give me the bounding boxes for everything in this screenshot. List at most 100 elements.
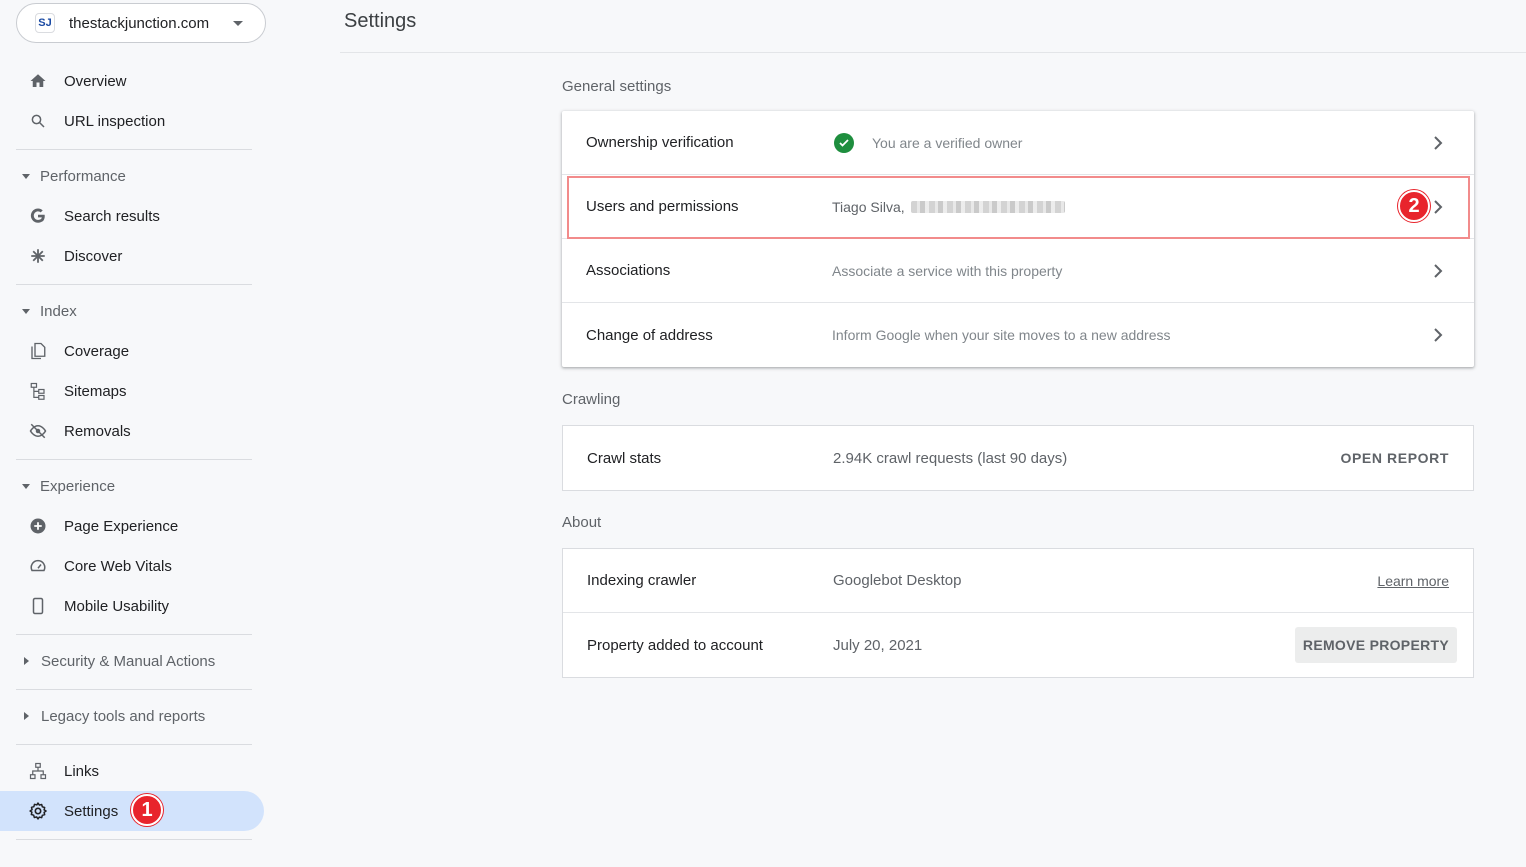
users-permissions-row[interactable]: Users and permissions Tiago Silva, 2 bbox=[562, 175, 1474, 239]
ownership-status: You are a verified owner bbox=[872, 134, 1023, 151]
nav-url-inspection[interactable]: URL inspection bbox=[0, 101, 264, 141]
nav-overview[interactable]: Overview bbox=[0, 61, 264, 101]
collapse-triangle-icon bbox=[22, 173, 30, 179]
learn-more-link[interactable]: Learn more bbox=[1377, 573, 1449, 589]
search-icon bbox=[28, 111, 48, 131]
row-value: Tiago Silva, bbox=[832, 199, 1065, 215]
nav-label: Mobile Usability bbox=[64, 597, 170, 615]
nav-label: Settings bbox=[64, 802, 119, 820]
nav-search-results[interactable]: Search results bbox=[0, 196, 264, 236]
row-label: Ownership verification bbox=[586, 134, 734, 151]
row-value: Associate a service with this property bbox=[832, 262, 1063, 279]
crawling-card: Crawl stats 2.94K crawl requests (last 9… bbox=[562, 425, 1474, 491]
row-label: Users and permissions bbox=[586, 198, 739, 215]
row-value: Googlebot Desktop bbox=[833, 572, 962, 589]
chevron-right-icon[interactable] bbox=[1430, 263, 1446, 279]
gear-icon bbox=[28, 801, 48, 821]
header-divider bbox=[340, 52, 1526, 53]
nav-coverage[interactable]: Coverage bbox=[0, 331, 264, 371]
section-performance[interactable]: Performance bbox=[0, 156, 264, 196]
visibility-off-icon bbox=[28, 421, 48, 441]
sidebar: SJ thestackjunction.com Overview URL ins… bbox=[0, 0, 272, 867]
verified-check-icon bbox=[834, 132, 854, 153]
property-selector[interactable]: SJ thestackjunction.com bbox=[16, 3, 266, 43]
about-title: About bbox=[562, 514, 602, 531]
file-copy-icon bbox=[28, 341, 48, 361]
nav-label: URL inspection bbox=[64, 112, 166, 130]
row-value: You are a verified owner bbox=[832, 132, 1023, 153]
collapse-triangle-icon bbox=[22, 483, 30, 489]
property-added-row: Property added to account July 20, 2021 … bbox=[563, 613, 1473, 677]
page-title: Settings bbox=[344, 10, 417, 32]
divider bbox=[16, 839, 252, 840]
row-value: Inform Google when your site moves to a … bbox=[832, 327, 1171, 343]
row-label: Change of address bbox=[586, 326, 713, 344]
add-circle-icon bbox=[28, 516, 48, 536]
nav-label: Page Experience bbox=[64, 517, 179, 535]
expand-triangle-icon bbox=[24, 712, 29, 720]
row-value: 2.94K crawl requests (last 90 days) bbox=[833, 449, 1068, 467]
divider bbox=[16, 689, 252, 690]
remove-property-button[interactable]: REMOVE PROPERTY bbox=[1294, 627, 1457, 663]
redacted-email bbox=[910, 200, 1065, 213]
google-g-icon bbox=[28, 206, 48, 226]
nav-label: Removals bbox=[64, 422, 131, 440]
annotation-badge-1: 1 bbox=[131, 794, 163, 826]
nav-core-web-vitals[interactable]: Core Web Vitals bbox=[0, 546, 264, 586]
nav-page-experience[interactable]: Page Experience bbox=[0, 506, 264, 546]
nav-removals[interactable]: Removals bbox=[0, 411, 264, 451]
change-of-address-row[interactable]: Change of address Inform Google when you… bbox=[562, 303, 1474, 367]
divider bbox=[16, 284, 252, 285]
nav-links[interactable]: Links bbox=[0, 751, 264, 791]
nav-discover[interactable]: Discover bbox=[0, 236, 264, 276]
dropdown-caret-icon bbox=[233, 20, 243, 26]
nav-sitemaps[interactable]: Sitemaps bbox=[0, 371, 264, 411]
chevron-right-icon[interactable] bbox=[1430, 327, 1446, 343]
section-experience[interactable]: Experience bbox=[0, 466, 264, 506]
nav-label: Search results bbox=[64, 207, 160, 225]
section-label: Experience bbox=[40, 477, 116, 495]
property-logo-icon: SJ bbox=[35, 13, 55, 33]
crawl-stats-row: Crawl stats 2.94K crawl requests (last 9… bbox=[563, 426, 1473, 490]
nav-label: Core Web Vitals bbox=[64, 557, 172, 575]
nav-label: Sitemaps bbox=[64, 382, 127, 400]
speed-gauge-icon bbox=[28, 556, 48, 576]
section-index[interactable]: Index bbox=[0, 291, 264, 331]
nav-label: Overview bbox=[64, 72, 127, 90]
general-settings-card: Ownership verification You are a verifie… bbox=[562, 111, 1474, 367]
indexing-crawler-row: Indexing crawler Googlebot Desktop Learn… bbox=[563, 549, 1473, 613]
section-label: Legacy tools and reports bbox=[41, 707, 206, 725]
smartphone-icon bbox=[28, 596, 48, 616]
associations-row[interactable]: Associations Associate a service with th… bbox=[562, 239, 1474, 303]
section-label: Performance bbox=[40, 167, 126, 185]
section-legacy[interactable]: Legacy tools and reports bbox=[0, 696, 264, 736]
open-report-button[interactable]: OPEN REPORT bbox=[1340, 450, 1449, 466]
divider bbox=[16, 634, 252, 635]
row-label: Property added to account bbox=[587, 636, 763, 654]
nav-label: Discover bbox=[64, 247, 123, 265]
chevron-right-icon[interactable] bbox=[1430, 199, 1446, 215]
nav-mobile-usability[interactable]: Mobile Usability bbox=[0, 586, 264, 626]
ownership-verification-row[interactable]: Ownership verification You are a verifie… bbox=[562, 111, 1474, 175]
row-label: Indexing crawler bbox=[587, 572, 697, 589]
nav-label: Links bbox=[64, 762, 100, 780]
divider bbox=[16, 149, 252, 150]
row-label: Associations bbox=[586, 262, 671, 279]
crawling-title: Crawling bbox=[562, 391, 621, 408]
chevron-right-icon[interactable] bbox=[1430, 135, 1446, 151]
sitemap-icon bbox=[28, 381, 48, 401]
divider bbox=[16, 459, 252, 460]
row-label: Crawl stats bbox=[587, 449, 662, 467]
user-name: Tiago Silva, bbox=[832, 198, 905, 215]
nav-label: Coverage bbox=[64, 342, 130, 360]
property-name: thestackjunction.com bbox=[69, 14, 210, 32]
section-security[interactable]: Security & Manual Actions bbox=[0, 641, 264, 681]
row-value: July 20, 2021 bbox=[833, 636, 923, 654]
links-network-icon bbox=[28, 761, 48, 781]
divider bbox=[16, 744, 252, 745]
section-label: Security & Manual Actions bbox=[41, 652, 216, 670]
about-card: Indexing crawler Googlebot Desktop Learn… bbox=[562, 548, 1474, 678]
general-settings-title: General settings bbox=[562, 78, 672, 95]
expand-triangle-icon bbox=[24, 657, 29, 665]
section-label: Index bbox=[40, 302, 77, 320]
